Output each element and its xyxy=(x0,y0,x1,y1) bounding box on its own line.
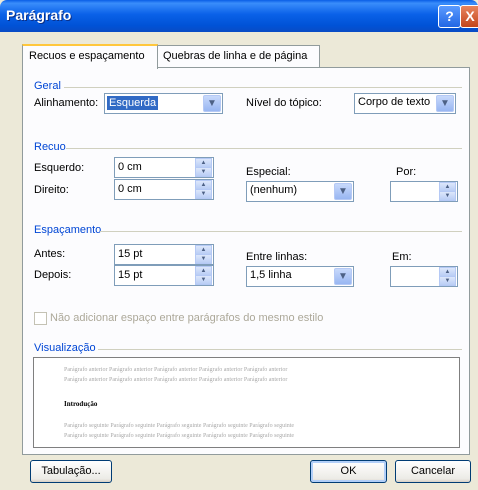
window-title: Parágrafo xyxy=(6,7,72,23)
help-button[interactable]: ? xyxy=(438,5,461,28)
direito-label: Direito: xyxy=(34,184,69,196)
cancelar-button[interactable]: Cancelar xyxy=(395,460,471,483)
depois-value: 15 pt xyxy=(118,269,143,281)
arrow-down-icon[interactable]: ▼ xyxy=(195,167,212,177)
paragraph-preview: Parágrafo anterior Parágrafo anterior Pa… xyxy=(33,357,460,448)
entre-linhas-value: 1,5 linha xyxy=(250,269,292,281)
alinhamento-label: Alinhamento: xyxy=(34,97,99,109)
especial-value: (nenhum) xyxy=(250,184,298,196)
em-spinner[interactable]: ▲ ▼ xyxy=(390,266,458,287)
alinhamento-select[interactable]: Esquerda ▼ xyxy=(104,93,223,114)
divider xyxy=(100,231,462,232)
antes-value: 15 pt xyxy=(118,248,143,260)
divider xyxy=(64,87,462,88)
nao-adicionar-checkbox[interactable] xyxy=(34,312,47,325)
esquerdo-spinner[interactable]: 0 cm ▲ ▼ xyxy=(114,157,214,178)
paragraph-dialog: Parágrafo ? X Recuos e espaçamento Quebr… xyxy=(0,0,478,490)
tab-label: Recuos e espaçamento xyxy=(29,50,145,62)
arrow-down-icon[interactable]: ▼ xyxy=(195,275,212,285)
preview-previous-line: Parágrafo anterior Parágrafo anterior Pa… xyxy=(64,377,288,383)
esquerdo-value: 0 cm xyxy=(118,161,142,173)
arrow-down-icon[interactable]: ▼ xyxy=(439,191,456,201)
preview-next-line: Parágrafo seguinte Parágrafo seguinte Pa… xyxy=(64,423,295,429)
chevron-down-icon[interactable]: ▼ xyxy=(203,95,221,112)
arrow-down-icon[interactable]: ▼ xyxy=(439,276,456,286)
section-geral-heading: Geral xyxy=(34,80,61,92)
nivel-topico-select[interactable]: Corpo de texto ▼ xyxy=(354,93,456,114)
alinhamento-value: Esquerda xyxy=(107,96,159,110)
especial-select[interactable]: (nenhum) ▼ xyxy=(246,181,354,202)
antes-spinner[interactable]: 15 pt ▲ ▼ xyxy=(114,244,214,265)
nivel-topico-label: Nível do tópico: xyxy=(246,97,322,109)
por-label: Por: xyxy=(396,166,417,178)
esquerdo-label: Esquerdo: xyxy=(34,162,85,174)
divider xyxy=(98,349,462,350)
preview-next-line: Parágrafo seguinte Parágrafo seguinte Pa… xyxy=(64,433,295,439)
direito-spinner[interactable]: 0 cm ▲ ▼ xyxy=(114,179,214,200)
preview-previous-line: Parágrafo anterior Parágrafo anterior Pa… xyxy=(64,367,288,373)
ok-button[interactable]: OK xyxy=(310,460,387,483)
depois-label: Depois: xyxy=(34,269,72,281)
depois-spinner[interactable]: 15 pt ▲ ▼ xyxy=(114,265,214,286)
tab-recuos-espacamento[interactable]: Recuos e espaçamento xyxy=(22,44,158,69)
entre-linhas-select[interactable]: 1,5 linha ▼ xyxy=(246,266,354,287)
tab-quebras[interactable]: Quebras de linha e de página xyxy=(156,45,320,67)
antes-label: Antes: xyxy=(34,248,66,260)
section-espacamento-heading: Espaçamento xyxy=(34,224,102,236)
arrow-down-icon[interactable]: ▼ xyxy=(195,254,212,264)
title-bar[interactable]: Parágrafo ? X xyxy=(0,0,478,32)
em-label: Em: xyxy=(392,251,412,263)
chevron-down-icon[interactable]: ▼ xyxy=(436,95,454,112)
por-spinner[interactable]: ▲ ▼ xyxy=(390,181,458,202)
especial-label: Especial: xyxy=(246,166,291,178)
tab-label: Quebras de linha e de página xyxy=(163,50,308,62)
section-visualizacao-heading: Visualização xyxy=(34,342,96,354)
tabulacao-button[interactable]: Tabulação... xyxy=(30,460,112,483)
preview-sample-text: Introdução xyxy=(64,400,98,408)
divider xyxy=(66,148,462,149)
nivel-topico-value: Corpo de texto xyxy=(358,96,431,108)
entre-linhas-label: Entre linhas: xyxy=(246,251,308,263)
nao-adicionar-label: Não adicionar espaço entre parágrafos do… xyxy=(50,312,324,324)
chevron-down-icon[interactable]: ▼ xyxy=(334,183,352,200)
chevron-down-icon[interactable]: ▼ xyxy=(334,268,352,285)
section-recuo-heading: Recuo xyxy=(34,141,66,153)
arrow-down-icon[interactable]: ▼ xyxy=(195,189,212,199)
direito-value: 0 cm xyxy=(118,183,142,195)
close-button[interactable]: X xyxy=(460,5,478,28)
